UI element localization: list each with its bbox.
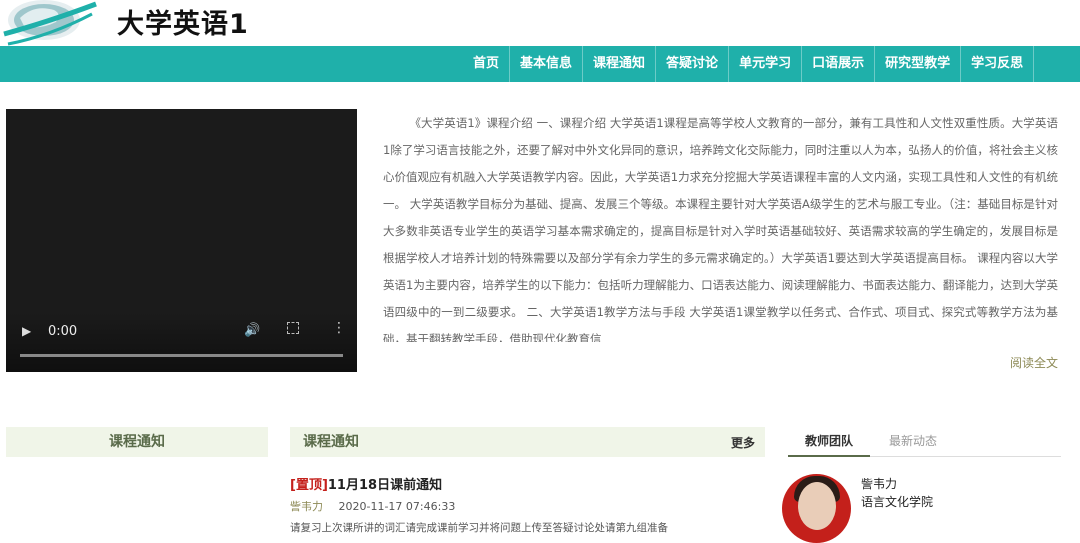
nav-item-research-teaching[interactable]: 研究型教学: [875, 46, 962, 82]
nav-item-reflection[interactable]: 学习反思: [961, 46, 1035, 82]
video-time: 0:00: [48, 324, 78, 339]
nav-item-qa-discussion[interactable]: 答疑讨论: [656, 46, 730, 82]
notice-panel-title: 课程通知: [303, 434, 359, 450]
notice-title[interactable]: 11月18日课前通知: [328, 478, 442, 493]
site-title: 大学英语1: [117, 9, 249, 40]
read-more-link[interactable]: 阅读全文: [1010, 354, 1058, 371]
teacher-avatar[interactable]: [782, 474, 851, 543]
notice-title-row[interactable]: [置顶]11月18日课前通知: [290, 474, 765, 493]
nav-item-oral-show[interactable]: 口语展示: [802, 46, 876, 82]
main-nav: 首页 基本信息 课程通知 答疑讨论 单元学习 口语展示 研究型教学 学习反思: [0, 46, 1080, 82]
site-header: 大学英语1: [0, 0, 1080, 46]
right-panel-tabs: 教师团队 最新动态: [788, 427, 1061, 457]
pinned-tag: [置顶]: [290, 478, 328, 493]
notice-panel-header: 课程通知 更多: [290, 427, 765, 457]
tab-latest-news[interactable]: 最新动态: [889, 427, 937, 457]
video-controls: ▶ 0:00 🔊 ⋮: [6, 312, 357, 372]
nav-list: 首页 基本信息 课程通知 答疑讨论 单元学习 口语展示 研究型教学 学习反思: [463, 46, 1035, 82]
fullscreen-icon[interactable]: [287, 322, 299, 334]
course-intro-text: 《大学英语1》课程介绍 一、课程介绍 大学英语1课程是高等学校人文教育的一部分，…: [383, 116, 1058, 342]
teacher-school: 语言文化学院: [861, 495, 934, 509]
more-notices-link[interactable]: 更多: [731, 427, 755, 459]
notice-datetime: 2020-11-17 07:46:33: [338, 500, 456, 513]
nav-item-course-notice[interactable]: 课程通知: [583, 46, 657, 82]
notice-description: 请复习上次课所讲的词汇请完成课前学习并将问题上传至答疑讨论处请第九组准备: [290, 522, 668, 534]
tab-teacher-team[interactable]: 教师团队: [788, 427, 870, 457]
left-panel-title: 课程通知: [6, 427, 268, 457]
play-icon[interactable]: ▶: [22, 324, 36, 338]
teacher-name[interactable]: 訾韦力: [861, 475, 897, 492]
nav-item-unit-study[interactable]: 单元学习: [729, 46, 803, 82]
avatar-face: [798, 482, 836, 530]
volume-icon[interactable]: 🔊: [244, 323, 260, 338]
more-options-icon[interactable]: ⋮: [332, 321, 346, 335]
nav-item-home[interactable]: 首页: [463, 46, 511, 82]
nav-item-basic-info[interactable]: 基本信息: [510, 46, 584, 82]
video-player[interactable]: ▶ 0:00 🔊 ⋮: [6, 109, 357, 372]
notice-meta: 訾韦力 2020-11-17 07:46:33: [290, 498, 765, 514]
video-progress-bar[interactable]: [20, 354, 343, 357]
notice-author: 訾韦力: [290, 500, 323, 513]
notice-item[interactable]: [置顶]11月18日课前通知 訾韦力 2020-11-17 07:46:33 请…: [290, 474, 765, 535]
